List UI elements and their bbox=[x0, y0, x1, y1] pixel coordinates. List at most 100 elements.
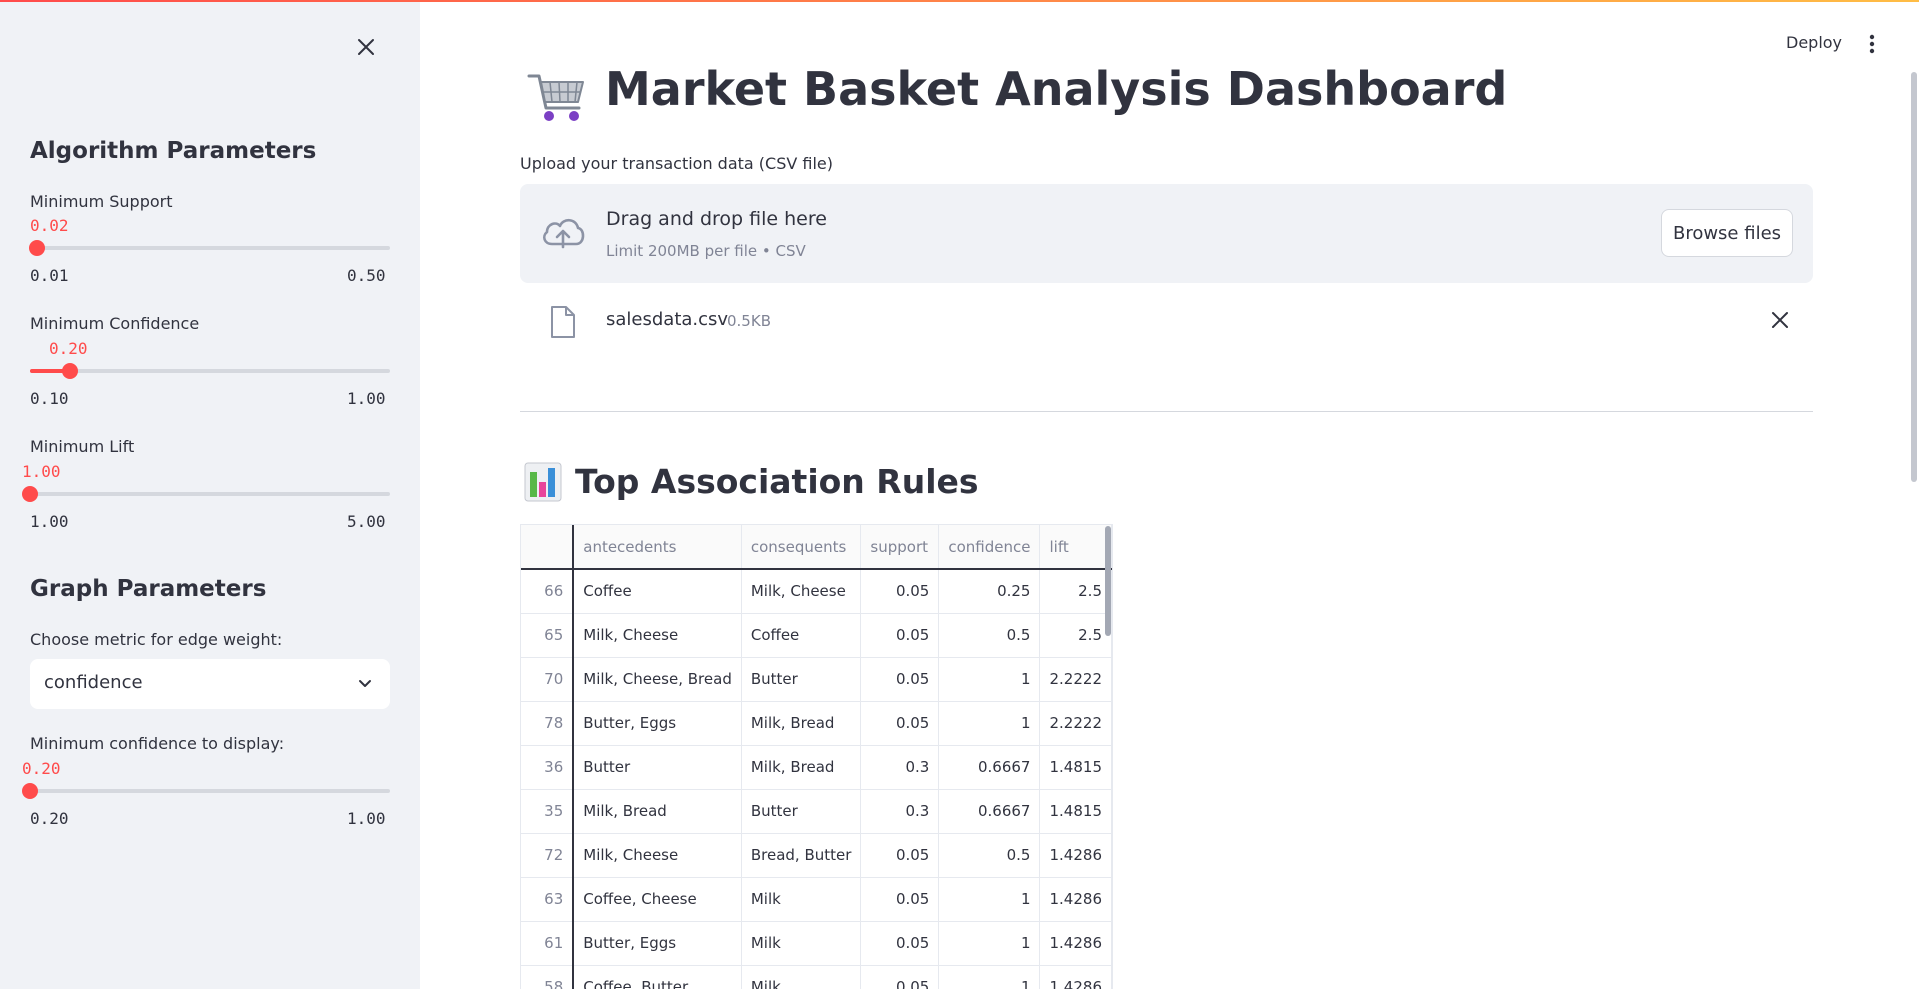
table-cell[interactable]: Milk, Cheese, Bread bbox=[573, 657, 742, 702]
table-cell[interactable]: 0.5 bbox=[938, 613, 1041, 658]
table-row: 66 Coffee Milk, Cheese 0.05 0.25 2.5 bbox=[521, 569, 1112, 614]
edge-metric-label: Choose metric for edge weight: bbox=[30, 630, 283, 649]
table-cell[interactable]: Milk bbox=[741, 921, 862, 966]
sidebar: Algorithm Parameters Minimum Support 0.0… bbox=[0, 2, 420, 989]
slider-thumb[interactable] bbox=[22, 783, 38, 799]
table-cell[interactable]: 0.6667 bbox=[938, 745, 1041, 790]
table-cell[interactable]: 1.4286 bbox=[1039, 965, 1112, 989]
column-header[interactable] bbox=[521, 525, 575, 570]
row-index-cell[interactable]: 72 bbox=[521, 833, 575, 878]
table-cell[interactable]: 1.4815 bbox=[1039, 745, 1112, 790]
table-cell[interactable]: 1 bbox=[938, 965, 1041, 989]
column-header[interactable]: lift bbox=[1039, 525, 1112, 570]
table-cell[interactable]: 0.05 bbox=[860, 877, 940, 922]
min-lift-slider[interactable] bbox=[22, 486, 390, 502]
table-cell[interactable]: Coffee, Cheese bbox=[573, 877, 742, 922]
min-lift-min: 1.00 bbox=[30, 512, 69, 531]
column-header[interactable]: antecedents bbox=[573, 525, 742, 570]
row-index-cell[interactable]: 78 bbox=[521, 701, 575, 746]
table-cell[interactable]: Milk, Cheese bbox=[741, 569, 862, 614]
min-support-slider[interactable] bbox=[29, 240, 390, 256]
table-cell[interactable]: 0.05 bbox=[860, 613, 940, 658]
table-cell[interactable]: Coffee, Butter bbox=[573, 965, 742, 989]
display-threshold-value: 0.20 bbox=[22, 759, 61, 778]
table-cell[interactable]: 1.4286 bbox=[1039, 921, 1112, 966]
table-cell[interactable]: Butter, Eggs bbox=[573, 921, 742, 966]
table-cell[interactable]: Milk, Bread bbox=[741, 745, 862, 790]
rules-table[interactable]: antecedents consequents support confiden… bbox=[520, 524, 1113, 989]
row-index-cell[interactable]: 63 bbox=[521, 877, 575, 922]
table-cell[interactable]: Butter bbox=[741, 789, 862, 834]
kebab-menu-icon[interactable] bbox=[1862, 32, 1882, 56]
row-index-cell[interactable]: 65 bbox=[521, 613, 575, 658]
edge-metric-select[interactable]: confidence bbox=[30, 659, 390, 709]
table-cell[interactable]: 0.05 bbox=[860, 701, 940, 746]
table-row: 70 Milk, Cheese, Bread Butter 0.05 1 2.2222 bbox=[521, 657, 1112, 702]
column-header[interactable]: support bbox=[860, 525, 940, 570]
min-confidence-label: Minimum Confidence bbox=[30, 314, 200, 333]
table-cell[interactable]: 2.2222 bbox=[1039, 701, 1112, 746]
table-cell[interactable]: 0.05 bbox=[860, 657, 940, 702]
table-cell[interactable]: 1.4286 bbox=[1039, 833, 1112, 878]
table-cell[interactable]: 1 bbox=[938, 877, 1041, 922]
slider-thumb[interactable] bbox=[61, 363, 78, 379]
table-cell[interactable]: Coffee bbox=[573, 569, 742, 614]
file-dropzone[interactable]: Drag and drop file here Limit 200MB per … bbox=[520, 184, 1813, 283]
table-cell[interactable]: 0.25 bbox=[938, 569, 1041, 614]
table-cell[interactable]: 0.5 bbox=[938, 833, 1041, 878]
slider-thumb[interactable] bbox=[29, 240, 46, 256]
page-scrollbar[interactable] bbox=[1911, 72, 1917, 482]
min-support-label: Minimum Support bbox=[30, 192, 173, 211]
row-index-cell[interactable]: 36 bbox=[521, 745, 575, 790]
min-confidence-slider[interactable] bbox=[30, 363, 390, 379]
display-threshold-slider[interactable] bbox=[22, 783, 390, 799]
column-header[interactable]: consequents bbox=[741, 525, 862, 570]
row-index-cell[interactable]: 70 bbox=[521, 657, 575, 702]
table-cell[interactable]: Butter bbox=[573, 745, 742, 790]
table-cell[interactable]: 1 bbox=[938, 701, 1041, 746]
table-cell[interactable]: Bread, Butter bbox=[741, 833, 862, 878]
deploy-button[interactable]: Deploy bbox=[1786, 33, 1842, 52]
table-cell[interactable]: 2.5 bbox=[1039, 613, 1112, 658]
table-row: 78 Butter, Eggs Milk, Bread 0.05 1 2.2222 bbox=[521, 701, 1112, 746]
table-cell[interactable]: 0.05 bbox=[860, 965, 940, 989]
row-index-cell[interactable]: 58 bbox=[521, 965, 575, 989]
table-cell[interactable]: Butter bbox=[741, 657, 862, 702]
table-cell[interactable]: 1.4815 bbox=[1039, 789, 1112, 834]
table-cell[interactable]: 2.5 bbox=[1039, 569, 1112, 614]
row-index-cell[interactable]: 66 bbox=[521, 569, 575, 614]
slider-thumb[interactable] bbox=[22, 486, 38, 502]
table-scrollbar[interactable] bbox=[1105, 526, 1111, 636]
table-cell[interactable]: Coffee bbox=[741, 613, 862, 658]
table-row: 65 Milk, Cheese Coffee 0.05 0.5 2.5 bbox=[521, 613, 1112, 658]
table-cell[interactable]: 0.3 bbox=[860, 789, 940, 834]
table-cell[interactable]: Milk, Bread bbox=[741, 701, 862, 746]
table-cell[interactable]: 1 bbox=[938, 657, 1041, 702]
min-lift-label: Minimum Lift bbox=[30, 437, 135, 456]
table-row: 58 Coffee, Butter Milk 0.05 1 1.4286 bbox=[521, 965, 1112, 989]
table-cell[interactable]: Butter, Eggs bbox=[573, 701, 742, 746]
table-cell[interactable]: 1 bbox=[938, 921, 1041, 966]
table-cell[interactable]: Milk bbox=[741, 877, 862, 922]
table-cell[interactable]: 0.3 bbox=[860, 745, 940, 790]
table-cell[interactable]: Milk, Cheese bbox=[573, 833, 742, 878]
table-cell[interactable]: Milk, Cheese bbox=[573, 613, 742, 658]
min-confidence-min: 0.10 bbox=[30, 389, 69, 408]
table-cell[interactable]: Milk, Bread bbox=[573, 789, 742, 834]
browse-files-button[interactable]: Browse files bbox=[1661, 209, 1793, 257]
table-header-row: antecedents consequents support confiden… bbox=[521, 525, 1112, 570]
close-sidebar-icon[interactable] bbox=[354, 35, 378, 59]
remove-file-icon[interactable] bbox=[1770, 310, 1790, 330]
table-cell[interactable]: 0.05 bbox=[860, 921, 940, 966]
page-title: Market Basket Analysis Dashboard bbox=[605, 62, 1508, 116]
upload-label: Upload your transaction data (CSV file) bbox=[520, 154, 834, 173]
row-index-cell[interactable]: 61 bbox=[521, 921, 575, 966]
table-cell[interactable]: 0.05 bbox=[860, 833, 940, 878]
table-cell[interactable]: 0.6667 bbox=[938, 789, 1041, 834]
table-cell[interactable]: Milk bbox=[741, 965, 862, 989]
table-cell[interactable]: 2.2222 bbox=[1039, 657, 1112, 702]
row-index-cell[interactable]: 35 bbox=[521, 789, 575, 834]
table-cell[interactable]: 0.05 bbox=[860, 569, 940, 614]
table-cell[interactable]: 1.4286 bbox=[1039, 877, 1112, 922]
column-header[interactable]: confidence bbox=[938, 525, 1041, 570]
